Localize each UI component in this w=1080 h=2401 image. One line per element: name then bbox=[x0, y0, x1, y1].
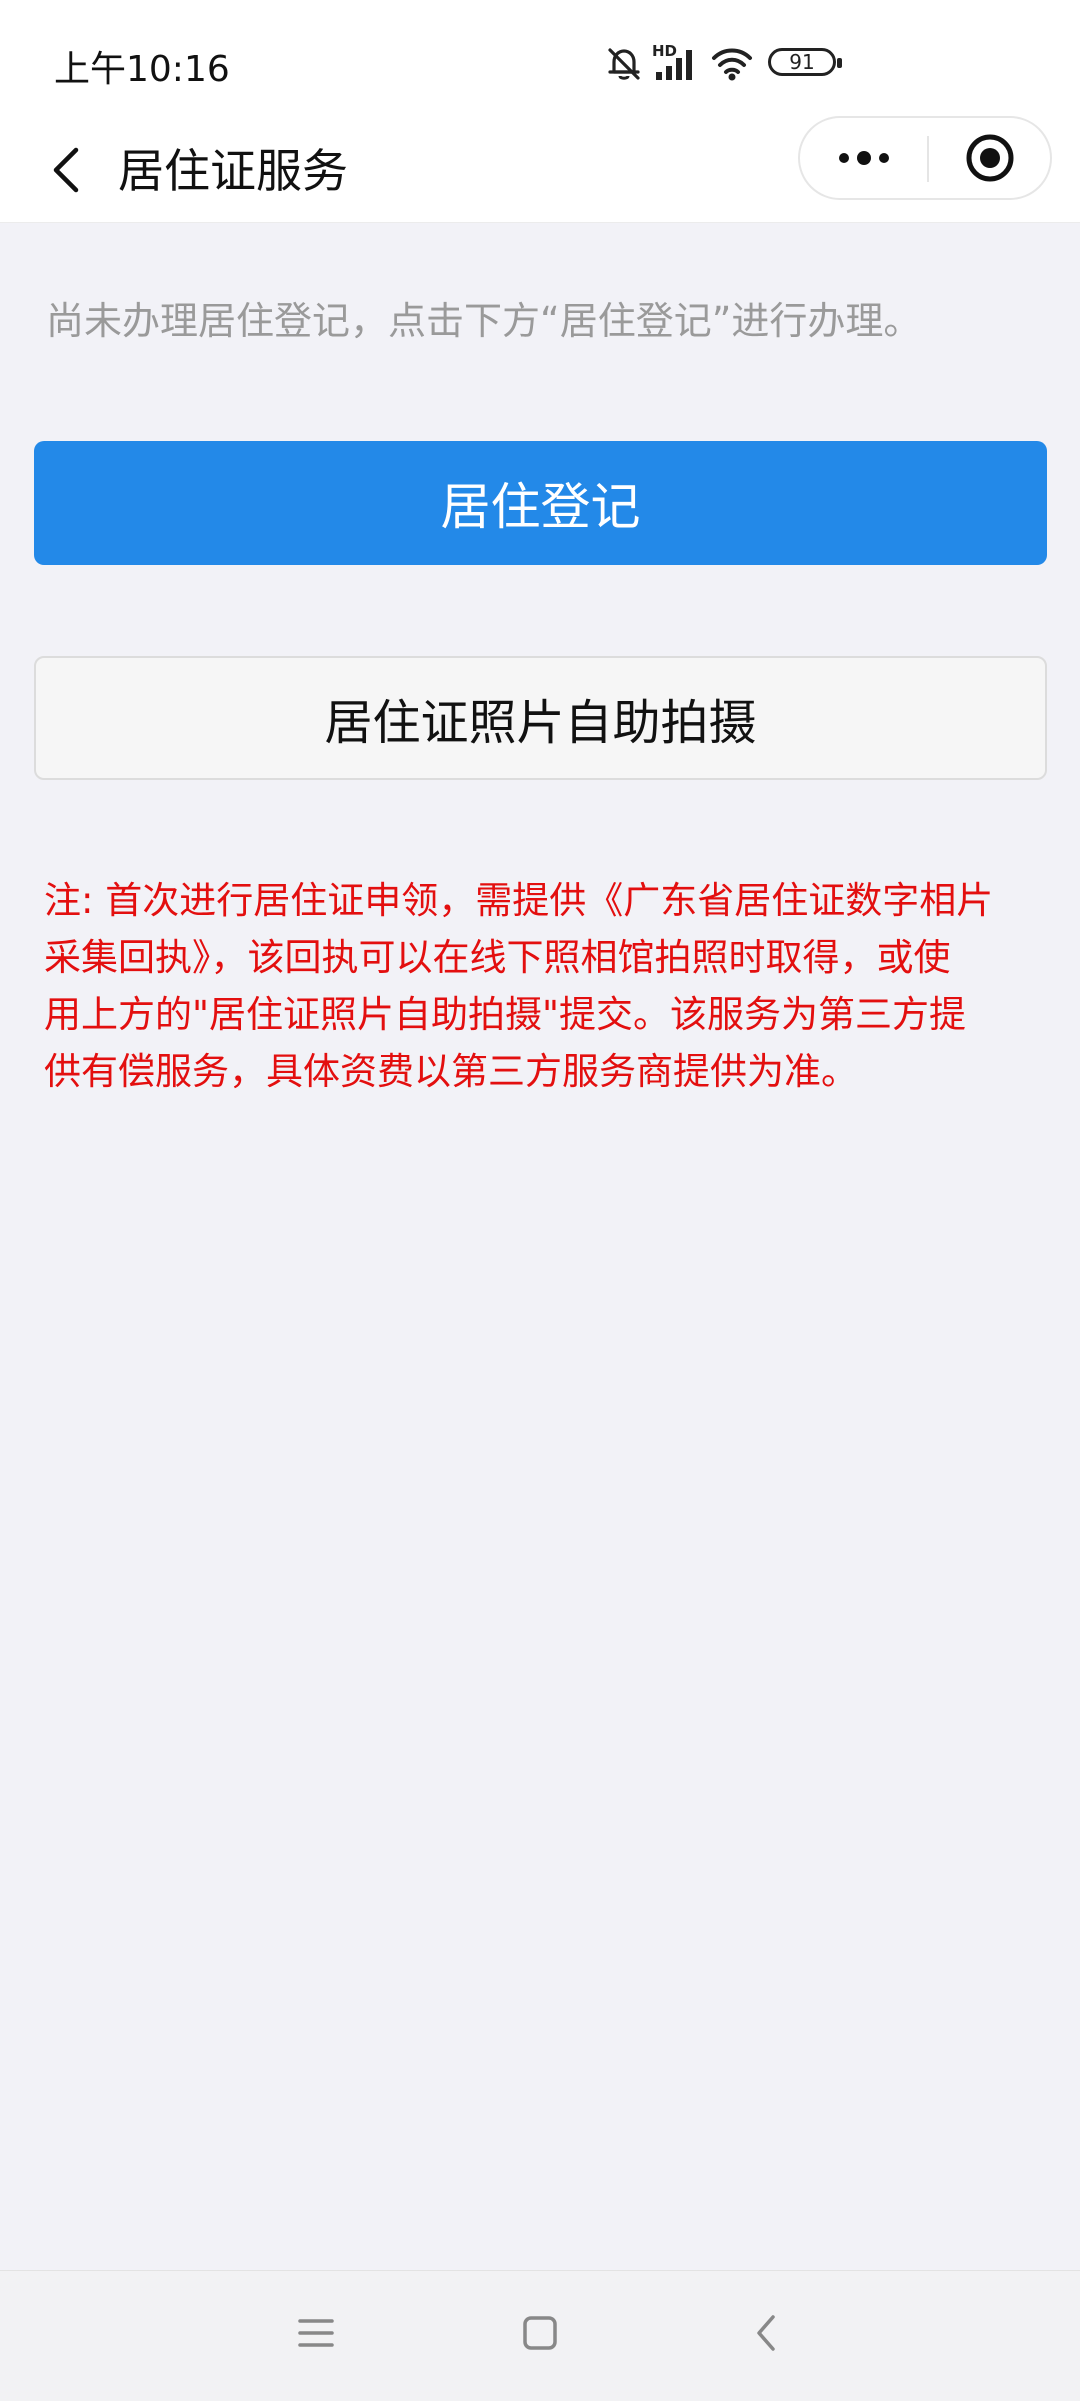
notice-line: 用上方的"居住证照片自助拍摄"提交。该服务为第三方提 bbox=[44, 993, 967, 1036]
signal-icon bbox=[656, 50, 692, 80]
nav-bar: 居住证服务 bbox=[0, 116, 1080, 223]
battery-icon: 91 bbox=[768, 48, 842, 76]
back-chevron-icon bbox=[757, 2315, 775, 2351]
system-back-button[interactable] bbox=[726, 2293, 806, 2373]
battery-level: 91 bbox=[789, 50, 815, 74]
photo-self-service-button[interactable]: 居住证照片自助拍摄 bbox=[34, 656, 1047, 780]
mute-bell-icon bbox=[608, 48, 640, 80]
notice-line: 注: 首次进行居住证申领，需提供《广东省居住证数字相片 bbox=[44, 879, 994, 922]
notice-line: 供有偿服务，具体资费以第三方服务商提供为准。 bbox=[44, 1050, 858, 1093]
more-dots-icon bbox=[839, 151, 889, 165]
recent-apps-button[interactable] bbox=[276, 2293, 356, 2373]
residence-registration-button[interactable]: 居住登记 bbox=[34, 441, 1047, 565]
home-square-icon bbox=[523, 2316, 557, 2350]
status-bar: 上午10:16 HD 91 bbox=[0, 0, 1080, 120]
capsule-divider bbox=[927, 136, 929, 182]
wifi-icon bbox=[712, 48, 752, 81]
close-target-icon bbox=[966, 134, 1014, 182]
notice-line: 采集回执》，该回执可以在线下照相馆拍照时取得，或使 bbox=[44, 936, 951, 979]
notice-text: 注: 首次进行居住证申领，需提供《广东省居住证数字相片 采集回执》，该回执可以在… bbox=[44, 872, 1034, 1100]
more-button[interactable] bbox=[816, 118, 912, 198]
status-time: 上午10:16 bbox=[54, 49, 230, 90]
page-title: 居住证服务 bbox=[118, 144, 348, 198]
back-arrow-icon bbox=[53, 147, 79, 193]
close-mini-program-button[interactable] bbox=[942, 118, 1038, 198]
mini-program-capsule bbox=[798, 116, 1052, 200]
registration-hint: 尚未办理居住登记，点击下方“居住登记”进行办理。 bbox=[46, 299, 922, 343]
back-button[interactable] bbox=[36, 140, 96, 200]
system-navigation-bar bbox=[0, 2270, 1080, 2401]
home-button[interactable] bbox=[500, 2293, 580, 2373]
menu-lines-icon bbox=[298, 2319, 334, 2347]
